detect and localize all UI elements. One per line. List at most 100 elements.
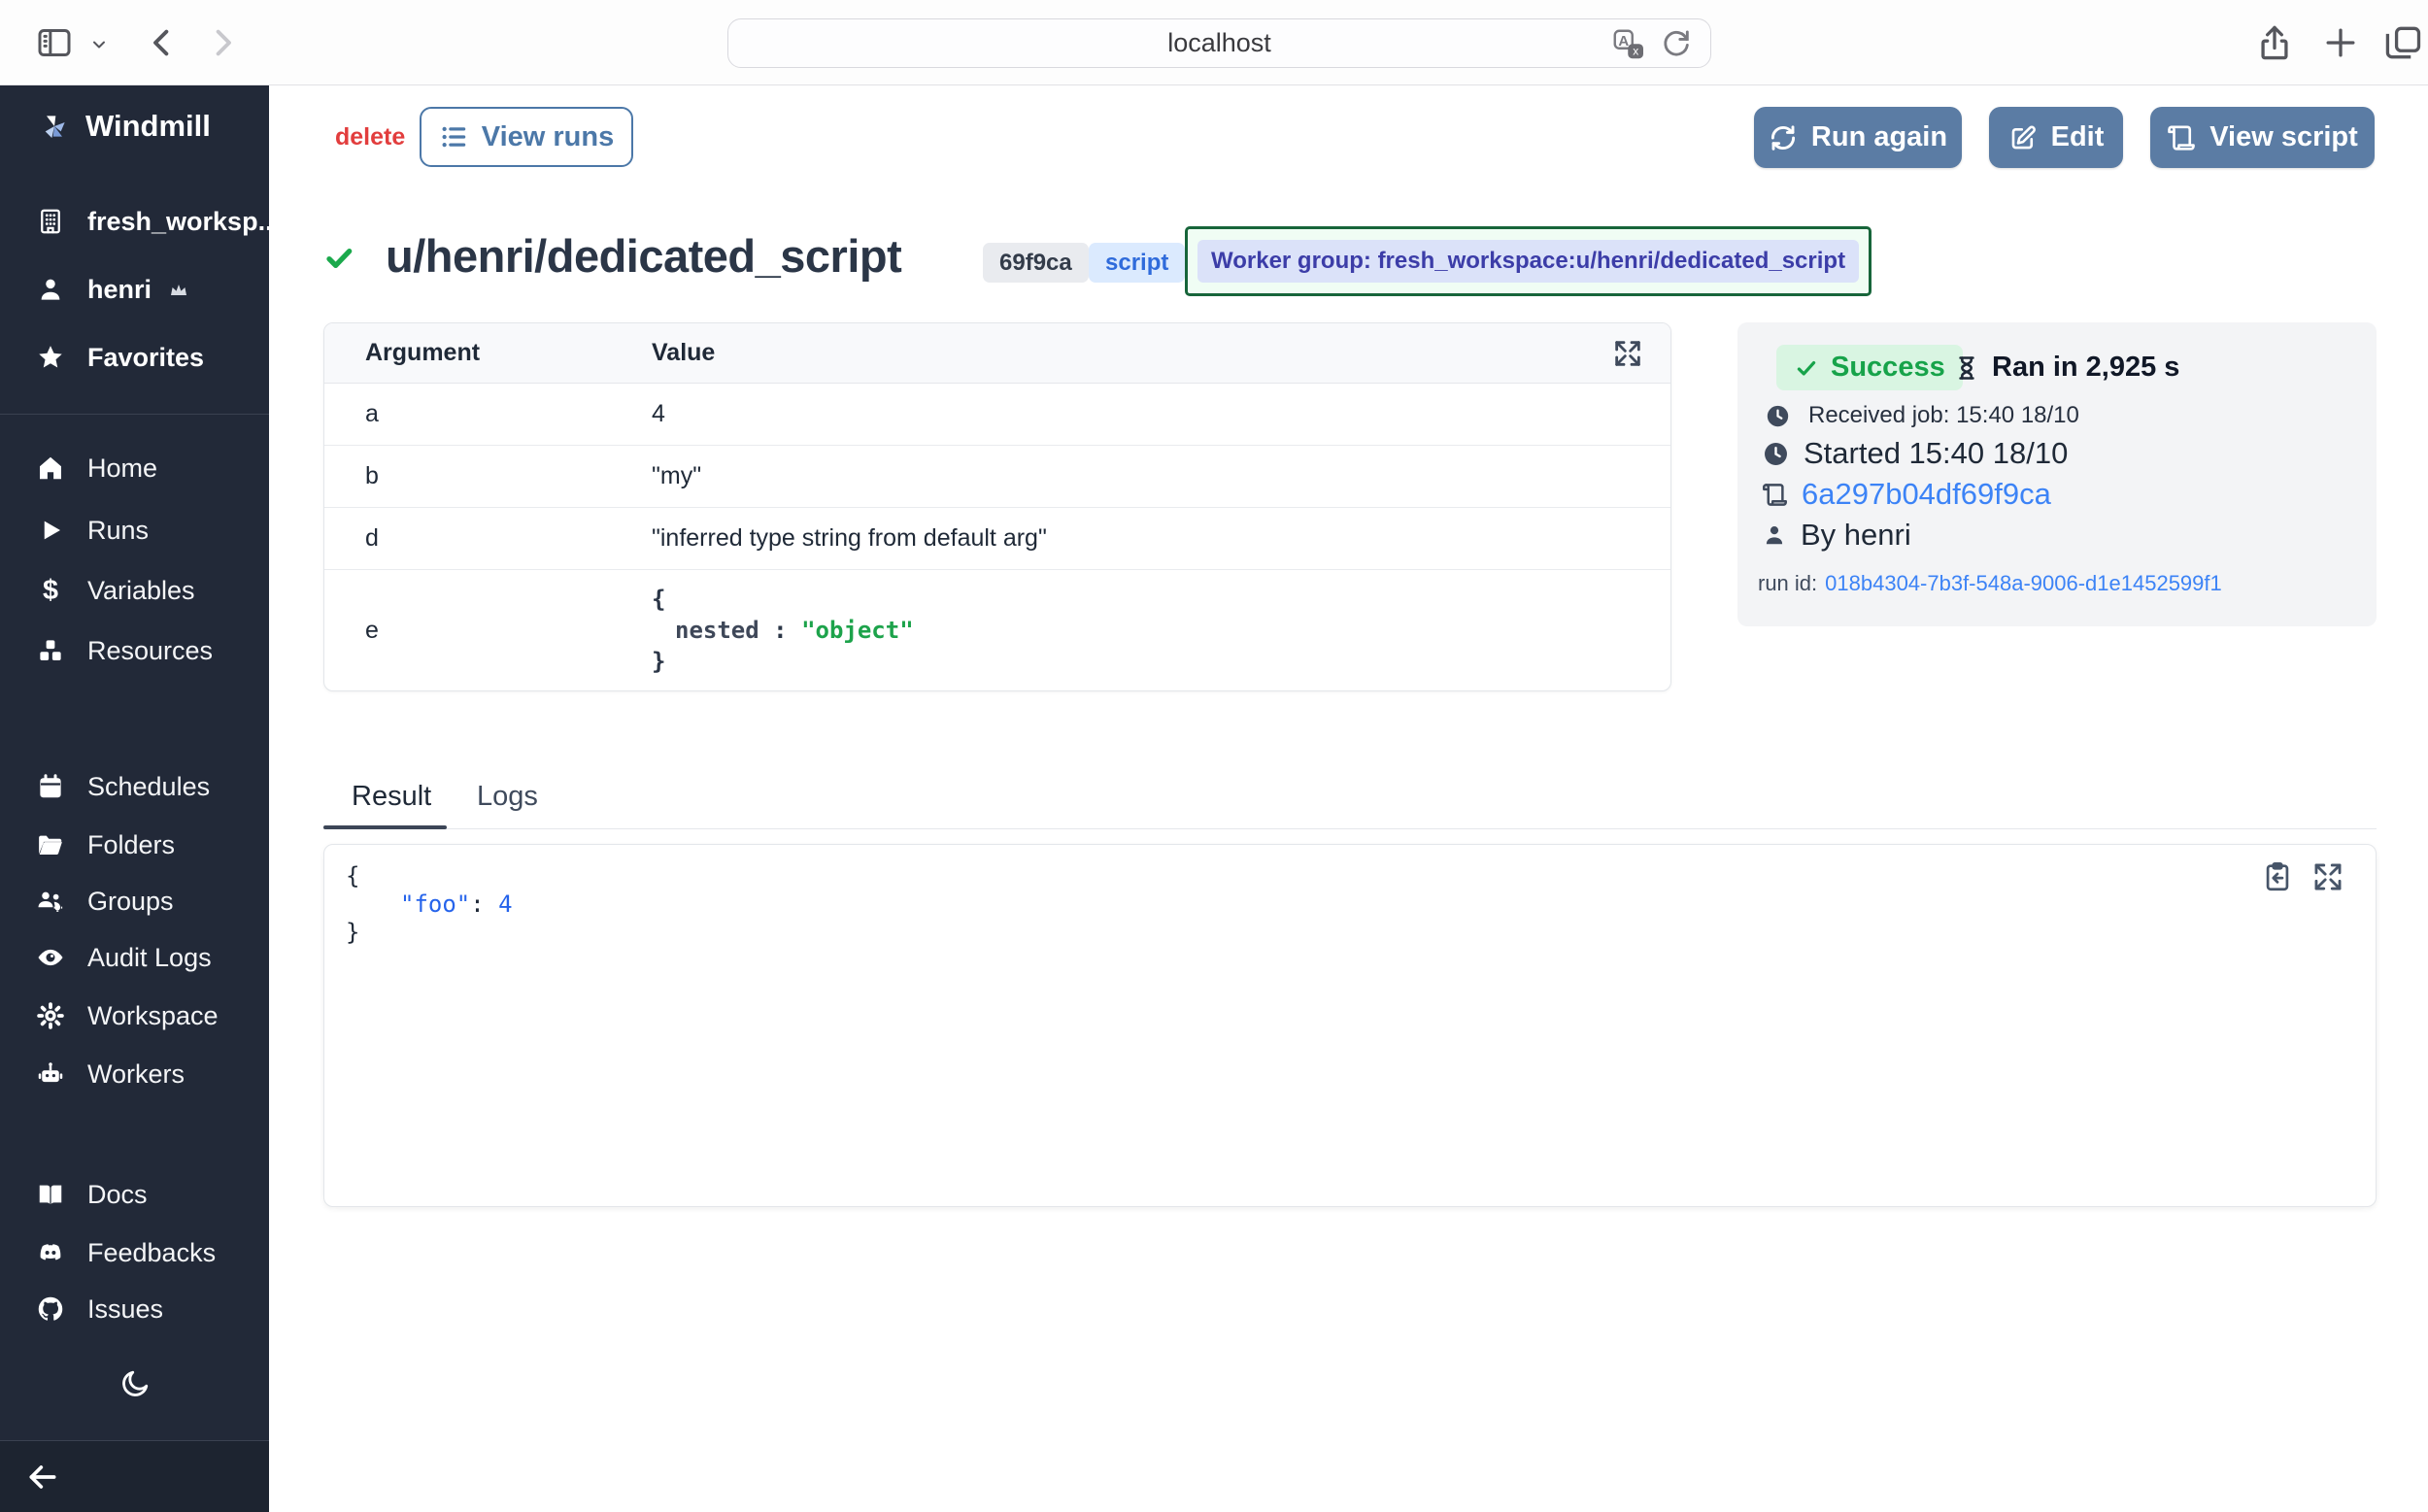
- ran-in-duration: Ran in 2,925 s: [1953, 352, 2179, 384]
- argument-column-header: Argument: [324, 339, 652, 367]
- tab-result[interactable]: Result: [352, 781, 431, 813]
- folders-label: Folders: [87, 830, 175, 860]
- sidebar-toggle-icon[interactable]: [35, 23, 74, 62]
- active-tab-underline: [323, 825, 447, 829]
- tab-overview-icon[interactable]: [2381, 21, 2424, 64]
- user-label: henri: [87, 275, 152, 305]
- view-runs-button[interactable]: View runs: [420, 107, 633, 167]
- sidebar-item-issues[interactable]: Issues: [35, 1288, 163, 1330]
- runs-label: Runs: [87, 516, 149, 546]
- sidebar-collapse-strip: [0, 1440, 269, 1512]
- share-icon[interactable]: [2253, 21, 2296, 64]
- windmill-logo-icon: [39, 109, 70, 144]
- sidebar-item-docs[interactable]: Docs: [35, 1173, 148, 1216]
- sidebar-divider: [0, 414, 269, 415]
- view-script-label: View script: [2209, 121, 2358, 153]
- book-icon: [35, 1180, 66, 1209]
- schedules-label: Schedules: [87, 772, 210, 802]
- gear-icon: [35, 1001, 66, 1030]
- arg-value: "my": [652, 462, 701, 490]
- svg-text:$: $: [43, 576, 58, 605]
- sidebar-item-schedules[interactable]: Schedules: [35, 765, 210, 808]
- building-icon: [35, 207, 66, 236]
- expand-result-icon[interactable]: [2311, 860, 2344, 893]
- workspace-settings-label: Workspace: [87, 1001, 219, 1031]
- job-hash-row: 6a297b04df69f9ca: [1762, 477, 2051, 512]
- tabs-baseline: [323, 828, 2377, 829]
- translate-icon[interactable]: Ax: [1611, 27, 1646, 62]
- edit-icon: [2008, 123, 2038, 152]
- address-bar[interactable]: localhost Ax: [727, 18, 1711, 68]
- arg-object-value: { nested : "object" }: [652, 570, 914, 690]
- sidebar-item-home[interactable]: Home: [35, 447, 157, 489]
- expand-table-icon[interactable]: [1612, 338, 1643, 369]
- reload-icon[interactable]: [1660, 27, 1693, 62]
- workers-label: Workers: [87, 1059, 185, 1090]
- run-again-label: Run again: [1811, 121, 1947, 153]
- job-hash-link[interactable]: 6a297b04df69f9ca: [1802, 477, 2051, 512]
- run-again-button[interactable]: Run again: [1754, 107, 1962, 168]
- user-icon: [35, 275, 66, 304]
- sidebar-item-workspace-switcher[interactable]: fresh_worksp...: [35, 200, 280, 243]
- tab-logs[interactable]: Logs: [477, 781, 538, 813]
- github-icon: [35, 1294, 66, 1324]
- arguments-table-header: Argument Value: [324, 323, 1670, 384]
- copy-result-icon[interactable]: [2261, 860, 2294, 893]
- svg-text:x: x: [1633, 45, 1638, 58]
- chevron-down-icon[interactable]: [89, 35, 109, 54]
- clock-icon: [1765, 403, 1791, 429]
- sidebar-item-user[interactable]: henri: [35, 268, 190, 311]
- sidebar-item-variables[interactable]: $ Variables: [35, 569, 195, 612]
- check-icon: [1794, 355, 1819, 381]
- started-row: Started 15:40 18/10: [1762, 436, 2068, 471]
- sidebar-item-audit-logs[interactable]: Audit Logs: [35, 936, 212, 979]
- arg-name: b: [324, 462, 652, 490]
- new-tab-icon[interactable]: [2319, 21, 2362, 64]
- resources-label: Resources: [87, 636, 213, 666]
- issues-label: Issues: [87, 1294, 163, 1325]
- sidebar-item-resources[interactable]: Resources: [35, 629, 213, 672]
- feedbacks-label: Feedbacks: [87, 1238, 216, 1268]
- clock-icon: [1762, 440, 1790, 468]
- dollar-icon: $: [35, 576, 66, 605]
- sidebar-item-favorites[interactable]: Favorites: [35, 336, 204, 379]
- view-script-button[interactable]: View script: [2150, 107, 2375, 168]
- script-type-badge: script: [1089, 243, 1185, 283]
- discord-icon: [35, 1238, 66, 1267]
- theme-toggle[interactable]: [0, 1367, 269, 1400]
- star-icon: [35, 343, 66, 372]
- table-row: a 4: [324, 384, 1670, 446]
- success-check-icon: [323, 243, 354, 274]
- sidebar-item-workspace-settings[interactable]: Workspace: [35, 994, 219, 1037]
- delete-button[interactable]: delete: [335, 123, 405, 151]
- folder-icon: [35, 830, 66, 859]
- run-id-link[interactable]: 018b4304-7b3f-548a-9006-d1e1452599f1: [1825, 571, 2222, 596]
- arg-name: d: [324, 524, 652, 553]
- sidebar-item-workers[interactable]: Workers: [35, 1053, 185, 1095]
- play-icon: [35, 516, 66, 545]
- view-runs-label: View runs: [482, 121, 614, 153]
- browser-toolbar: localhost Ax: [0, 0, 2428, 85]
- forward-icon: [202, 22, 243, 63]
- url-text: localhost: [1167, 28, 1271, 58]
- sidebar-item-runs[interactable]: Runs: [35, 509, 149, 552]
- hourglass-icon: [1953, 354, 1980, 382]
- collapse-sidebar-icon[interactable]: [23, 1458, 62, 1496]
- edit-button[interactable]: Edit: [1989, 107, 2123, 168]
- svg-text:A: A: [1618, 33, 1629, 50]
- sidebar-item-folders[interactable]: Folders: [35, 823, 175, 866]
- run-id-row: run id: 018b4304-7b3f-548a-9006-d1e14525…: [1758, 571, 2222, 596]
- list-icon: [439, 122, 468, 151]
- version-hash-badge: 69f9ca: [983, 243, 1089, 283]
- groups-label: Groups: [87, 887, 174, 917]
- boxes-icon: [35, 636, 66, 665]
- back-icon[interactable]: [142, 22, 183, 63]
- table-row: b "my": [324, 446, 1670, 508]
- worker-group-badge: Worker group: fresh_workspace:u/henri/de…: [1197, 240, 1859, 283]
- home-icon: [35, 454, 66, 483]
- sidebar: Windmill fresh_worksp... henri Favorites…: [0, 85, 269, 1512]
- windmill-logo[interactable]: Windmill: [39, 105, 211, 148]
- user-icon: [1762, 522, 1787, 548]
- sidebar-item-groups[interactable]: Groups: [35, 880, 174, 923]
- sidebar-item-feedbacks[interactable]: Feedbacks: [35, 1231, 216, 1274]
